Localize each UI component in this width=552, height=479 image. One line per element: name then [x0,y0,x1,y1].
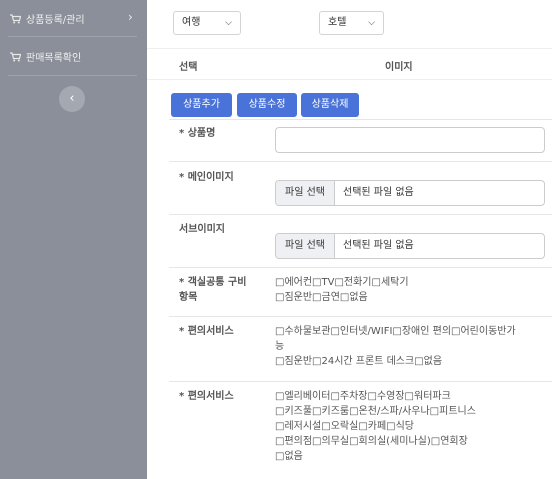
edit-product-button[interactable]: 상품수정 [237,93,297,117]
divider [8,36,137,37]
cart-icon [10,13,21,23]
divider [8,75,137,76]
room-amenities-checkboxes[interactable]: □에어컨□TV□전화기□세탁기 □짐운반□금연□없음 [275,275,547,305]
sub-image-label: 서브이미지 [179,224,225,235]
chevron-left-icon: ‹ [69,91,75,106]
divider [169,267,552,268]
checkbox-row[interactable]: □짐운반□금연□없음 [275,290,547,305]
checkbox-row[interactable]: □편의점□의무실□회의실(세미나실)□연회장 [275,434,547,449]
column-header-image: 이미지 [385,62,413,73]
checkbox-row: 능 [275,341,285,352]
room-amenities-label-line: * 객실공통 구비 [179,277,247,288]
file-select-button[interactable]: 파일 선택 [276,181,335,205]
cart-icon [10,51,21,61]
sidebar-item-product-management[interactable]: 상품등록/관리 [10,11,85,26]
room-amenities-label: * 객실공통 구비 항목 [179,275,246,305]
checkbox-row[interactable]: □짐운반□24시간 프론트 데스크□없음 [275,354,547,369]
sidebar-item-label: 판매목록확인 [26,53,82,64]
divider [169,119,552,120]
chevron-down-icon: ⌵ [225,18,232,28]
chevron-down-icon: ⌵ [368,18,375,28]
sidebar-item-sales-list[interactable]: 판매목록확인 [10,49,81,64]
table-header: 선택 이미지 [147,48,552,80]
product-name-input[interactable] [275,127,545,153]
divider [169,316,552,317]
main-image-label: * 메인이미지 [179,172,234,183]
divider [169,214,552,215]
convenience-services-checkboxes[interactable]: □수하물보관□인터넷/WIFI□장애인 편의□어린이동반가 능 □짐운반□24시… [275,324,547,369]
checkbox-row[interactable]: □에어컨□TV□전화기□세탁기 [275,275,547,290]
divider [169,161,552,162]
file-select-button[interactable]: 파일 선택 [276,234,335,258]
category-select[interactable]: 여행 ⌵ [173,11,241,35]
checkbox-row[interactable]: □수하물보관□인터넷/WIFI□장애인 편의□어린이동반가 [275,324,547,339]
product-name-label: * 상품명 [179,128,216,139]
sidebar: 상품등록/관리 › 판매목록확인 ‹ [0,0,147,479]
chevron-right-icon[interactable]: › [128,10,133,24]
file-status: 선택된 파일 없음 [343,240,414,251]
sidebar-collapse-button[interactable]: ‹ [59,86,85,112]
sidebar-item-label: 상품등록/관리 [26,15,85,26]
convenience-services-label-2: * 편의서비스 [179,391,234,402]
checkbox-row[interactable]: □없음 [275,449,547,464]
divider [169,381,552,382]
convenience-services-label: * 편의서비스 [179,326,234,337]
sub-image-file-input[interactable]: 파일 선택 선택된 파일 없음 [275,233,545,259]
delete-product-button[interactable]: 상품삭제 [301,93,359,117]
facility-services-checkboxes[interactable]: □엘리베이터□주차장□수영장□워터파크 □키즈풀□키즈룸□온천/스파/사우나□피… [275,389,547,464]
main-image-file-input[interactable]: 파일 선택 선택된 파일 없음 [275,180,545,206]
checkbox-row[interactable]: □엘리베이터□주차장□수영장□워터파크 [275,389,547,404]
checkbox-row[interactable]: □키즈풀□키즈룸□온천/스파/사우나□피트니스 [275,404,547,419]
column-header-select: 선택 [179,62,198,73]
main-content: 여행 ⌵ 호텔 ⌵ 선택 이미지 상품추가 상품수정 상품삭제 * 상품명 * … [147,0,552,479]
file-status: 선택된 파일 없음 [343,187,414,198]
category-select-value: 여행 [182,17,201,28]
subcategory-select[interactable]: 호텔 ⌵ [319,11,384,35]
checkbox-row[interactable]: □레저시설□오락실□카페□식당 [275,419,547,434]
room-amenities-label-line: 항목 [179,292,198,303]
add-product-button[interactable]: 상품추가 [171,93,232,117]
subcategory-select-value: 호텔 [328,17,347,28]
